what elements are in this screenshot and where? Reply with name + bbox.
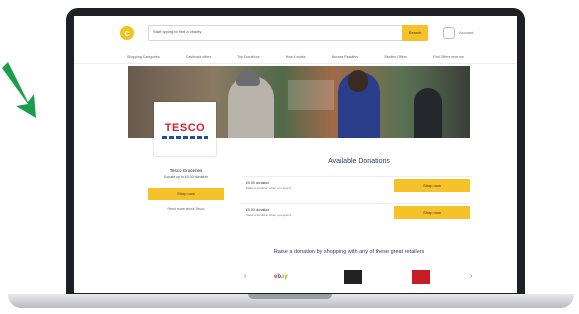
- account-icon[interactable]: [443, 27, 455, 39]
- charity-logo-card: TESCO: [154, 102, 216, 156]
- donation-row: £0.00 donation Make a donation when you …: [242, 176, 472, 198]
- charity-name: Tesco Groceries: [169, 168, 203, 173]
- hero-shelf: [288, 80, 334, 110]
- retailer-logo[interactable]: [412, 270, 430, 284]
- tesco-logo: TESCO: [164, 122, 206, 134]
- available-donations-title: Available Donations: [328, 158, 390, 165]
- donation-desc: Make a donation when you spend: [246, 213, 291, 217]
- site-logo-icon[interactable]: c: [120, 26, 134, 40]
- hero-person-hat: [236, 70, 260, 86]
- donation-row: £0.00 donation Make a donation when you …: [242, 203, 472, 225]
- retailer-logo[interactable]: [344, 270, 362, 284]
- retailer-ebay-logo[interactable]: ebay: [274, 270, 298, 284]
- charity-subtitle: Donate up to £0.00 donation: [163, 175, 209, 179]
- donation-amount: £0.00 donation: [246, 181, 270, 185]
- tesco-logo-stripes: [162, 136, 208, 139]
- nav-item[interactable]: Student Offers: [384, 55, 407, 59]
- charity-shop-button[interactable]: Shop now: [148, 188, 224, 200]
- main-nav: Shopping Categories Cashback offers Top …: [74, 50, 517, 64]
- retailers-carousel: ‹ ebay ›: [234, 269, 484, 289]
- donation-amount: £0.00 donation: [246, 208, 270, 212]
- green-arrow-icon: [2, 62, 36, 118]
- nav-item[interactable]: Find Offers near me: [433, 55, 464, 59]
- laptop-notch: [248, 294, 332, 299]
- nav-item[interactable]: How it works: [286, 55, 306, 59]
- retailers-title: Raise a donation by shopping with any of…: [273, 249, 425, 255]
- promo-stage: c Start typing to find a charity Search …: [0, 0, 579, 314]
- nav-item[interactable]: Cashback offers: [186, 55, 211, 59]
- top-bar: c Start typing to find a charity Search …: [74, 16, 517, 50]
- nav-item[interactable]: Shopping Categories: [127, 55, 160, 59]
- account-link[interactable]: Account: [459, 30, 473, 35]
- search-input[interactable]: Start typing to find a charity Search: [148, 25, 428, 41]
- nav-item[interactable]: Browse Retailers: [332, 55, 358, 59]
- donation-desc: Make a donation when you spend: [246, 186, 291, 190]
- search-placeholder: Start typing to find a charity: [153, 29, 202, 34]
- charity-read-more-link[interactable]: Read more about Tesco: [144, 207, 228, 211]
- donation-shop-button[interactable]: Shop now: [394, 179, 470, 192]
- carousel-next-icon[interactable]: ›: [470, 273, 472, 280]
- nav-item[interactable]: Top Donations: [237, 55, 259, 59]
- laptop-screen: c Start typing to find a charity Search …: [74, 16, 517, 293]
- hero-person-head: [348, 70, 368, 92]
- donation-shop-button[interactable]: Shop now: [394, 206, 470, 219]
- search-button[interactable]: Search: [402, 25, 428, 41]
- hero-person: [414, 88, 442, 138]
- carousel-prev-icon[interactable]: ‹: [244, 273, 246, 280]
